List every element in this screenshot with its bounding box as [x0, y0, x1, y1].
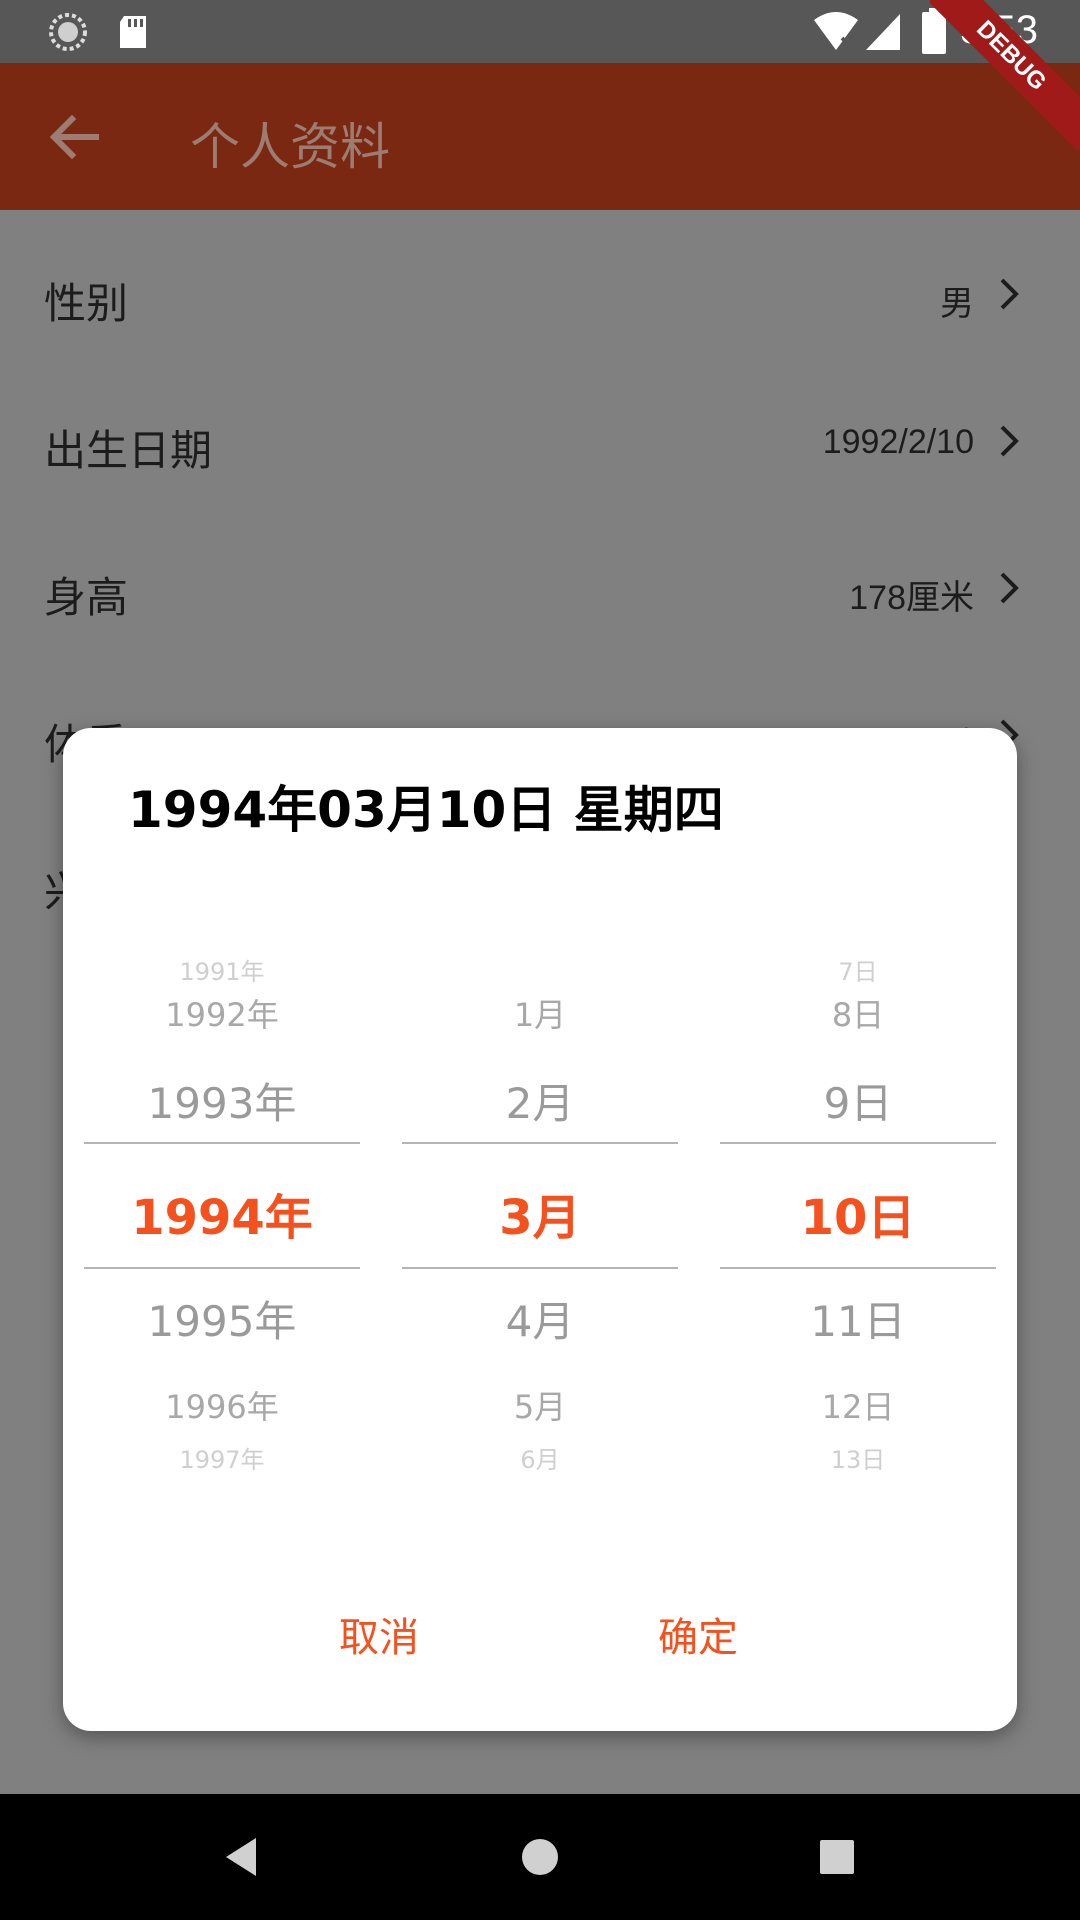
selected-month: 3月 [499, 1190, 581, 1246]
wheel-item: 1991年 [179, 958, 265, 986]
wheel-item: 4月 [505, 1297, 575, 1346]
wheel-item: 8日 [831, 996, 885, 1034]
wheel-item: 5月 [513, 1388, 567, 1426]
wheel-item: 6月 [520, 1446, 560, 1474]
back-triangle-icon[interactable] [220, 1834, 266, 1880]
recents-square-icon[interactable] [814, 1834, 860, 1880]
row-value: 1992/2/10 [822, 423, 974, 461]
date-picker-dialog: 1994年03月10日 星期四 1991年 1992年 1993年 1994年 … [63, 728, 1017, 1731]
day-wheel[interactable]: 7日 8日 9日 10日 11日 12日 13日 [720, 928, 996, 1498]
selection-line [402, 1142, 678, 1144]
row-birthdate[interactable]: 出生日期 1992/2/10 [0, 367, 1080, 487]
wheel-item: 13日 [830, 1446, 886, 1474]
selection-line [402, 1267, 678, 1269]
selection-line [84, 1267, 360, 1269]
row-value: 男 [940, 285, 974, 323]
signal-icon [866, 14, 900, 50]
spinner-icon [49, 13, 87, 51]
cancel-button[interactable]: 取消 [299, 1605, 459, 1663]
selected-year: 1994年 [131, 1190, 313, 1246]
selection-line [84, 1142, 360, 1144]
wifi-off-icon [814, 12, 858, 52]
home-circle-icon[interactable] [517, 1834, 563, 1880]
wheel-item: 7日 [838, 958, 878, 986]
wheel-item: 1月 [513, 996, 567, 1034]
selection-line [720, 1142, 996, 1144]
row-gender[interactable]: 性别 男 [0, 220, 1080, 340]
arrow-back-icon[interactable] [46, 113, 102, 161]
page-title: 个人资料 [190, 118, 390, 176]
row-height[interactable]: 身高 178厘米 [0, 514, 1080, 634]
wheel-item: 1992年 [165, 996, 279, 1034]
wheel-item: 11日 [810, 1297, 906, 1346]
wheel-item: 9日 [823, 1079, 893, 1128]
app-bar: 个人资料 [0, 63, 1080, 210]
wheel-item: 12日 [821, 1388, 895, 1426]
system-nav-bar [0, 1794, 1080, 1920]
wheel-item: 1993年 [147, 1079, 297, 1128]
status-bar: 3:53 [0, 0, 1080, 63]
sd-card-icon [120, 16, 146, 48]
row-label: 身高 [44, 573, 129, 622]
row-value: 178厘米 [849, 579, 974, 617]
chevron-right-icon [1000, 278, 1019, 310]
selection-line [720, 1267, 996, 1269]
chevron-right-icon [1000, 572, 1019, 604]
battery-icon [922, 8, 946, 54]
status-time: 3:53 [960, 8, 1038, 52]
row-label: 出生日期 [44, 426, 213, 475]
chevron-right-icon [1000, 425, 1019, 457]
row-label: 性别 [44, 279, 129, 328]
year-wheel[interactable]: 1991年 1992年 1993年 1994年 1995年 1996年 1997… [84, 928, 360, 1498]
month-wheel[interactable]: 1月 2月 3月 4月 5月 6月 [402, 928, 678, 1498]
dialog-title: 1994年03月10日 星期四 [128, 781, 724, 839]
wheel-item: 1997年 [179, 1446, 265, 1474]
wheel-item: 1995年 [147, 1297, 297, 1346]
wheel-item: 2月 [505, 1079, 575, 1128]
wheel-item: 1996年 [165, 1388, 279, 1426]
confirm-button[interactable]: 确定 [618, 1605, 778, 1663]
selected-day: 10日 [800, 1190, 916, 1246]
